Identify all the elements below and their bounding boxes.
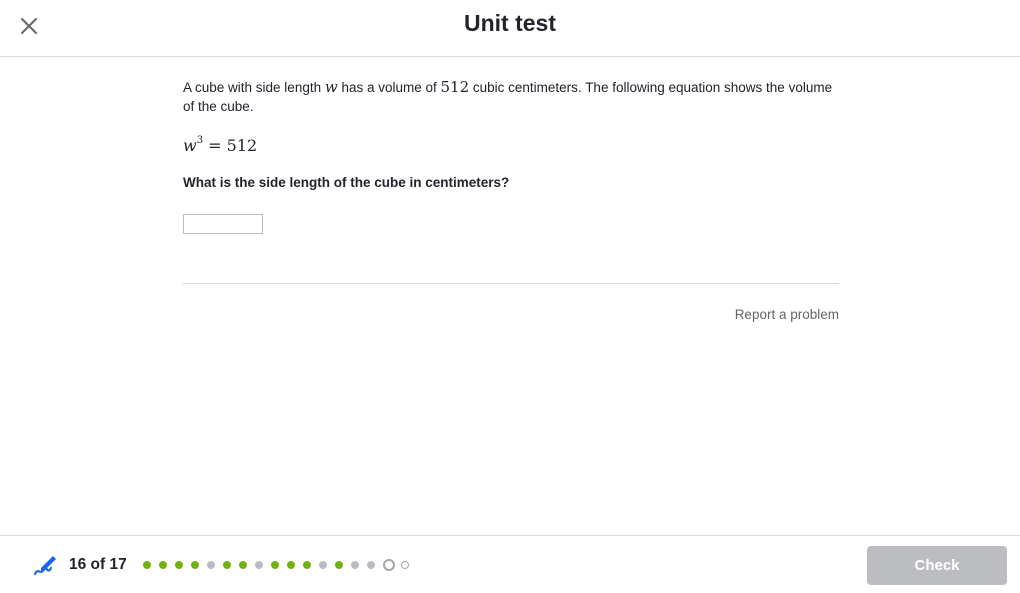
math-volume: 512 <box>440 78 470 96</box>
progress-dot-1 <box>143 561 151 569</box>
check-button[interactable]: Check <box>867 546 1007 585</box>
answer-input[interactable] <box>183 214 263 234</box>
progress-dot-14 <box>351 561 359 569</box>
prompt-text: has a volume of <box>337 80 441 95</box>
equation-base: w <box>183 136 197 155</box>
problem-prompt: A cube with side length w has a volume o… <box>183 78 839 116</box>
equation-rhs: = 512 <box>208 136 258 155</box>
page-title: Unit test <box>464 10 556 36</box>
equation: w3 = 512 <box>183 134 839 158</box>
progress-dot-17 <box>401 561 409 569</box>
pencil-icon <box>33 556 56 576</box>
progress-dot-13 <box>335 561 343 569</box>
bottom-bar: 16 of 17 Check <box>0 535 1020 593</box>
report-problem-link[interactable]: Report a problem <box>735 307 839 322</box>
progress-dot-5 <box>207 561 215 569</box>
top-bar: Unit test <box>0 0 1020 57</box>
progress-dot-9 <box>271 561 279 569</box>
progress-counter: 16 of 17 <box>69 556 127 573</box>
divider <box>183 283 839 284</box>
problem-area: A cube with side length w has a volume o… <box>183 78 839 234</box>
progress-dot-11 <box>303 561 311 569</box>
equation-exponent: 3 <box>196 134 204 146</box>
progress-dot-10 <box>287 561 295 569</box>
progress-dot-4 <box>191 561 199 569</box>
prompt-text: A cube with side length <box>183 80 325 95</box>
progress-dot-6 <box>223 561 231 569</box>
progress-dot-16 <box>383 559 395 571</box>
progress-dot-12 <box>319 561 327 569</box>
progress-dot-3 <box>175 561 183 569</box>
progress-dots <box>143 558 417 572</box>
question-text: What is the side length of the cube in c… <box>183 175 510 190</box>
math-variable: w <box>324 78 338 96</box>
progress-dot-15 <box>367 561 375 569</box>
progress-dot-8 <box>255 561 263 569</box>
progress-dot-2 <box>159 561 167 569</box>
progress-dot-7 <box>239 561 247 569</box>
